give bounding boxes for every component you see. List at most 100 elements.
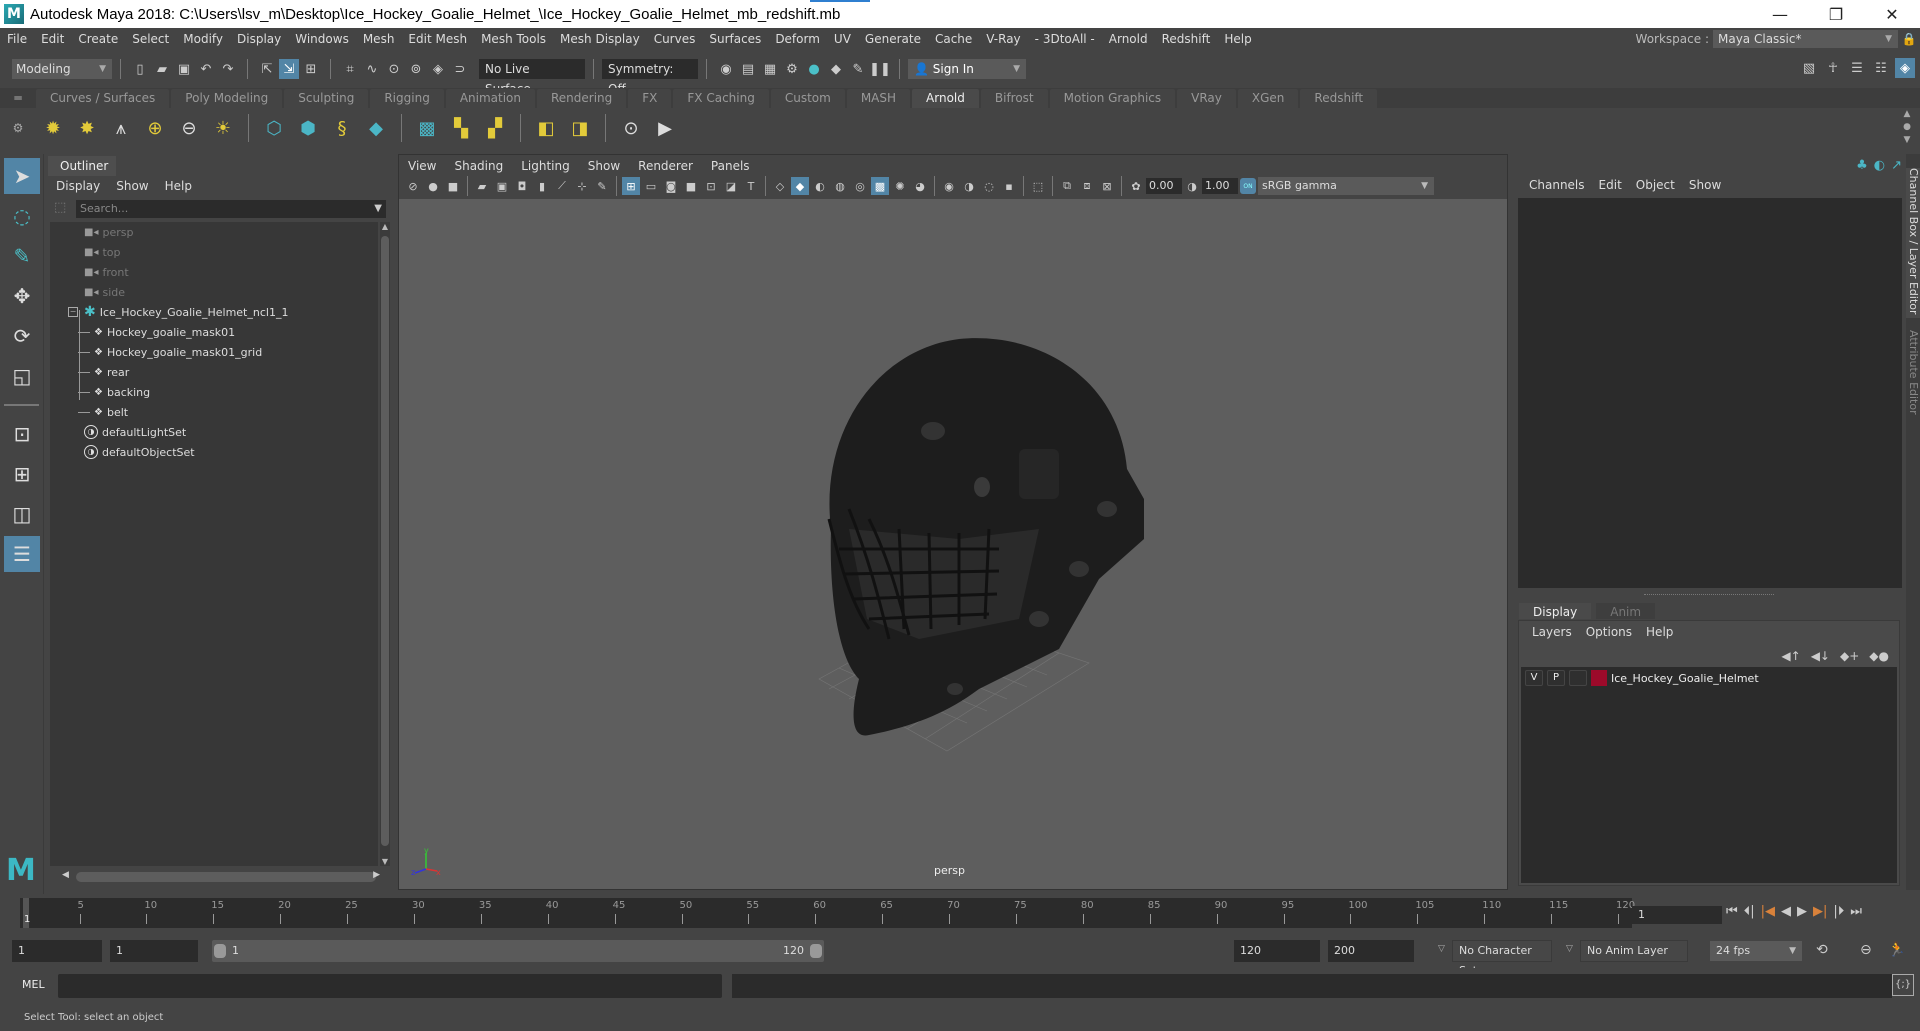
viewport-menu-lighting[interactable]: Lighting (512, 159, 579, 173)
playback-toggle[interactable]: P (1547, 670, 1565, 686)
outliner-item-mesh[interactable]: ❖ Hockey_goalie_mask01_grid (50, 342, 378, 362)
symmetry-field[interactable]: Symmetry: Off (602, 59, 698, 96)
layer-menu-options[interactable]: Options (1579, 625, 1639, 639)
shelf-tab-sculpting[interactable]: Sculpting (284, 89, 369, 108)
xray-icon[interactable]: ◎ (851, 177, 869, 195)
motion-blur-icon[interactable]: ◑ (960, 177, 978, 195)
move-tool-icon[interactable]: ✥ (4, 278, 40, 314)
select-component-icon[interactable]: ⊞ (301, 59, 321, 79)
light-editor-icon[interactable]: ✎ (848, 59, 868, 79)
wireframe-icon[interactable]: ◇ (771, 177, 789, 195)
menu-item-arnold[interactable]: Arnold (1102, 32, 1155, 46)
lasso-tool-icon[interactable]: ◌ (4, 198, 40, 234)
wireframe-on-shaded-icon[interactable]: ◍ (831, 177, 849, 195)
viewport-menu-panels[interactable]: Panels (702, 159, 759, 173)
export-standin-icon[interactable]: ⬢ (294, 114, 322, 142)
outliner-item-mesh[interactable]: ❖ rear (50, 362, 378, 382)
channel-box-menu-show[interactable]: Show (1682, 178, 1728, 192)
collapse-icon[interactable]: − (68, 307, 78, 317)
mesh-light-icon[interactable]: ✸ (73, 114, 101, 142)
scroll-down-icon[interactable]: ▼ (380, 857, 390, 866)
shelf-tab-vray[interactable]: VRay (1177, 89, 1236, 108)
menu-item-curves[interactable]: Curves (647, 32, 703, 46)
camera-snapshot-icon[interactable]: ◘ (513, 177, 531, 195)
move-layer-down-icon[interactable]: ◀↓ (1811, 649, 1830, 663)
auto-key-icon[interactable]: ⊖ (1860, 942, 1872, 958)
character-controls-icon[interactable]: ☥ (1823, 58, 1843, 78)
outliner-horizontal-scrollbar[interactable]: ◀ ▶ (62, 870, 380, 884)
lock-camera-icon[interactable]: ▣ (493, 177, 511, 195)
move-layer-up-icon[interactable]: ◀↑ (1781, 649, 1800, 663)
render-sequence-icon[interactable]: ▶ (651, 114, 679, 142)
lock-icon[interactable]: 🔒 (1898, 32, 1920, 46)
menu-item-display[interactable]: Display (230, 32, 288, 46)
save-scene-icon[interactable]: ▣ (174, 59, 194, 79)
menu-item-deform[interactable]: Deform (768, 32, 827, 46)
shelf-scroll[interactable]: ▲ ● ▼ (1900, 108, 1914, 148)
layer-color-swatch[interactable] (1591, 670, 1607, 686)
3d-scene[interactable]: y x z persp (399, 199, 1507, 889)
undo-icon[interactable]: ↶ (196, 59, 216, 79)
xray-active-icon[interactable]: ⧈ (1078, 177, 1096, 195)
go-to-end-icon[interactable]: ⏭ (1850, 904, 1862, 919)
new-layer-from-selected-icon[interactable]: ◆● (1869, 649, 1889, 663)
close-button[interactable]: ✕ (1864, 0, 1920, 28)
outliner-vertical-scrollbar[interactable]: ▲ ▼ (380, 222, 390, 866)
image-plane-icon[interactable]: ⟋ (553, 177, 571, 195)
current-frame-field[interactable]: 1 (1632, 906, 1722, 924)
physical-sky-icon[interactable]: ⊖ (175, 114, 203, 142)
tool-settings-icon[interactable]: ☷ (1871, 58, 1891, 78)
shelf-tab-motion-graphics[interactable]: Motion Graphics (1049, 89, 1176, 108)
resolution-gate-icon[interactable]: ◙ (662, 177, 680, 195)
safe-action-icon[interactable]: ◪ (722, 177, 740, 195)
use-all-lights-icon[interactable]: ✺ (891, 177, 909, 195)
channel-box[interactable] (1518, 198, 1902, 588)
select-object-icon[interactable]: ⇲ (279, 59, 299, 79)
render-settings-arnold-icon[interactable]: ◨ (566, 114, 594, 142)
field-chart-icon[interactable]: ⊡ (702, 177, 720, 195)
play-forwards-icon[interactable]: ▶ (1797, 904, 1807, 919)
outliner-item-group[interactable]: − ✱ Ice_Hockey_Goalie_Helmet_ncl1_1 (50, 302, 378, 322)
scroll-up-icon[interactable]: ▲ (380, 222, 390, 231)
shelf-tab-rendering[interactable]: Rendering (537, 89, 627, 108)
shelf-tab-curves-surfaces[interactable]: Curves / Surfaces (36, 89, 170, 108)
range-start-handle[interactable] (214, 944, 226, 958)
menu-item-select[interactable]: Select (125, 32, 176, 46)
outliner-menu-show[interactable]: Show (108, 179, 156, 193)
gamma-icon[interactable]: ◑ (1183, 177, 1201, 195)
snap-live-icon[interactable]: ⊃ (450, 59, 470, 79)
gamma-field[interactable]: 1.00 (1202, 178, 1238, 194)
render-view-arnold-icon[interactable]: ▩ (413, 114, 441, 142)
outliner-tab[interactable]: Outliner (48, 156, 116, 176)
channel-box-menu-channels[interactable]: Channels (1522, 178, 1592, 192)
sign-in-dropdown[interactable]: 👤 Sign In (908, 59, 1026, 79)
new-layer-icon[interactable]: ◆+ (1840, 649, 1859, 663)
persp-outliner-layout-icon[interactable]: ◫ (4, 496, 40, 532)
menu-item-mesh-display[interactable]: Mesh Display (553, 32, 647, 46)
channel-box-side-tab[interactable]: Channel Box / Layer Editor (1906, 168, 1920, 318)
visibility-toggle[interactable]: V (1525, 670, 1543, 686)
snap-curve-icon[interactable]: ∿ (362, 59, 382, 79)
snap-surface-icon[interactable]: ◈ (428, 59, 448, 79)
scale-tool-icon[interactable]: ◱ (4, 358, 40, 394)
outliner-item-mesh[interactable]: ❖ backing (50, 382, 378, 402)
menu-item-modify[interactable]: Modify (176, 32, 230, 46)
depth-of-field-icon[interactable]: ▪ (1000, 177, 1018, 195)
layer-menu-help[interactable]: Help (1639, 625, 1680, 639)
layer-tab-anim[interactable]: Anim (1595, 602, 1657, 620)
layer-tab-display[interactable]: Display (1518, 602, 1593, 620)
outliner-item-camera[interactable]: ■◂ persp (50, 222, 378, 242)
outliner-item-mesh[interactable]: ❖ belt (50, 402, 378, 422)
outliner-menu-display[interactable]: Display (48, 179, 108, 193)
new-scene-icon[interactable]: ▯ (130, 59, 150, 79)
outliner-menu-help[interactable]: Help (157, 179, 200, 193)
outliner-item-set[interactable]: ◑ defaultObjectSet (50, 442, 378, 462)
grid-icon[interactable]: ⊞ (622, 177, 640, 195)
shelf-settings-icon[interactable]: ⚙ (0, 121, 36, 135)
outliner-layout-icon[interactable]: ☰ (4, 536, 40, 572)
minimize-button[interactable]: — (1752, 0, 1808, 28)
shelf-tab-animation[interactable]: Animation (445, 89, 535, 108)
scroll-right-icon[interactable]: ▶ (373, 870, 380, 880)
shelf-tab-fx-caching[interactable]: FX Caching (673, 89, 769, 108)
render-frame-icon[interactable]: ▤ (738, 59, 758, 79)
